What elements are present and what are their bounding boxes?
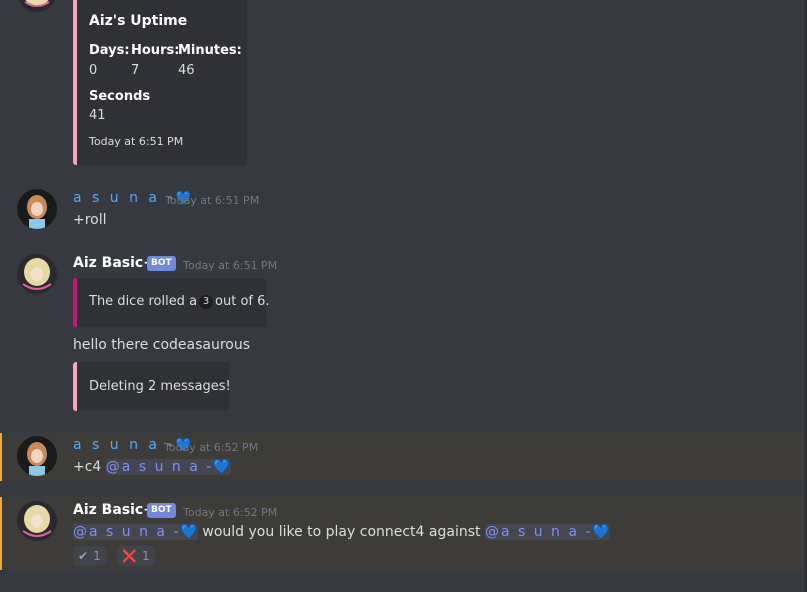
bot-badge: BOT — [147, 256, 176, 271]
message-text: @a s u n a -💙 would you like to play con… — [73, 524, 610, 540]
reaction-count: 1 — [93, 549, 101, 563]
message-text: +roll — [73, 212, 107, 228]
seconds-value: 41 — [89, 108, 106, 123]
uptime-embed: Aiz's Uptime Days: 0 Hours: 7 Minutes: 4… — [73, 0, 247, 165]
reaction-cross[interactable]: ❌ 1 — [117, 546, 155, 566]
avatar-asuna[interactable] — [17, 189, 57, 229]
reaction-count: 1 — [141, 549, 150, 563]
message-text: hello there codeasaurous — [73, 337, 251, 353]
message-text: +c4 @a s u n a -💙 — [73, 459, 231, 475]
reaction-check[interactable]: ✔ 1 — [73, 546, 106, 566]
dice-embed-text: The dice rolled a 3 out of 6. — [89, 294, 270, 309]
timestamp: Today at 6:52 PM — [164, 441, 259, 454]
author-name[interactable]: Aiz Basic+ — [73, 502, 155, 518]
avatar-partial[interactable] — [17, 0, 57, 12]
check-icon: ✔ — [78, 549, 89, 563]
bot-badge: BOT — [147, 503, 176, 518]
user-mention[interactable]: @a s u n a -💙 — [105, 459, 231, 475]
delete-embed-text: Deleting 2 messages! — [89, 379, 231, 394]
avatar-bot[interactable] — [17, 501, 57, 541]
minutes-value: 46 — [178, 63, 195, 78]
timestamp: Today at 6:51 PM — [165, 194, 260, 207]
cross-icon: ❌ — [122, 549, 137, 563]
hours-label: Hours: — [131, 43, 180, 58]
embed-title: Aiz's Uptime — [89, 13, 188, 29]
days-label: Days: — [89, 43, 130, 58]
days-value: 0 — [89, 63, 98, 78]
timestamp: Today at 6:52 PM — [183, 506, 278, 519]
user-mention[interactable]: @a s u n a -💙 — [484, 524, 610, 540]
user-mention[interactable]: @a s u n a -💙 — [73, 524, 198, 540]
delete-embed: Deleting 2 messages! — [73, 362, 231, 411]
hours-value: 7 — [131, 63, 140, 78]
embed-footer: Today at 6:51 PM — [89, 135, 184, 148]
dice-embed: The dice rolled a 3 out of 6. — [73, 278, 270, 327]
avatar-asuna[interactable] — [17, 436, 57, 476]
dice-value: 3 — [199, 294, 214, 309]
seconds-label: Seconds — [89, 89, 151, 104]
minutes-label: Minutes: — [178, 43, 242, 58]
timestamp: Today at 6:51 PM — [183, 259, 278, 272]
author-name[interactable]: Aiz Basic+ — [73, 255, 155, 271]
avatar-bot[interactable] — [17, 254, 57, 294]
